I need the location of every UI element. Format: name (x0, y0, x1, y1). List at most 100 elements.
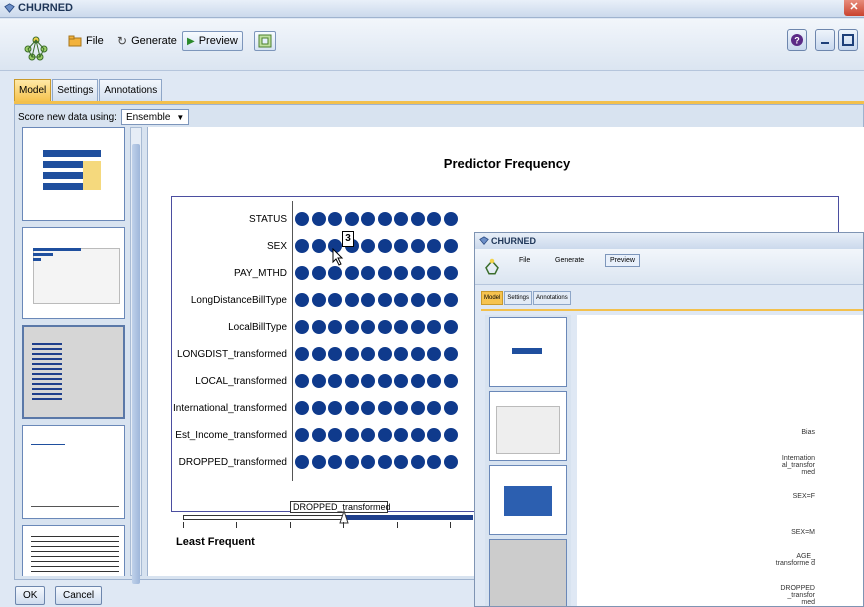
frequency-dot[interactable] (410, 401, 425, 415)
frequency-dot[interactable] (377, 212, 392, 226)
frequency-dot[interactable] (328, 212, 342, 226)
frequency-dot[interactable] (328, 455, 342, 469)
overlay-preview[interactable]: Preview (605, 254, 640, 267)
maximize-button[interactable] (838, 29, 858, 51)
frequency-dot[interactable] (410, 374, 425, 388)
frequency-dot[interactable] (344, 428, 359, 442)
frequency-dot[interactable] (377, 293, 392, 307)
frequency-dot[interactable] (377, 455, 392, 469)
frequency-dot[interactable] (394, 239, 408, 253)
frequency-dot[interactable] (427, 293, 441, 307)
frequency-dot[interactable] (427, 401, 441, 415)
frequency-dot[interactable] (344, 293, 359, 307)
tab-settings[interactable]: Settings (52, 79, 99, 101)
frequency-dot[interactable] (295, 320, 309, 334)
generate-menu[interactable]: ↻ Generate (117, 31, 177, 51)
frequency-dot[interactable] (295, 212, 309, 226)
frequency-dot[interactable] (377, 239, 392, 253)
frequency-dot[interactable] (443, 266, 458, 280)
overlay-file[interactable]: File (519, 257, 530, 264)
frequency-dot[interactable] (295, 239, 309, 253)
overlay-tab-model[interactable]: Model (481, 291, 504, 305)
frequency-dot[interactable] (394, 266, 408, 280)
frequency-dot[interactable] (394, 374, 408, 388)
tab-model[interactable]: Model (14, 79, 52, 101)
preview-button[interactable]: ▶ Preview (182, 31, 243, 51)
frequency-dot[interactable] (377, 320, 392, 334)
frequency-dot[interactable] (311, 428, 326, 442)
frequency-dot[interactable] (361, 428, 375, 442)
frequency-dot[interactable] (361, 266, 375, 280)
frequency-dot[interactable] (311, 212, 326, 226)
overlay-generate[interactable]: Generate (555, 257, 584, 264)
frequency-dot[interactable] (443, 320, 458, 334)
frequency-dot[interactable] (443, 401, 458, 415)
frequency-dot[interactable] (427, 347, 441, 361)
frequency-dot[interactable] (410, 239, 425, 253)
frequency-dot[interactable] (394, 455, 408, 469)
frequency-dot[interactable] (394, 320, 408, 334)
frequency-dot[interactable] (377, 347, 392, 361)
frequency-dot[interactable] (394, 293, 408, 307)
frequency-dot[interactable] (377, 266, 392, 280)
ok-button[interactable]: OK (15, 586, 46, 605)
frequency-dot[interactable] (427, 455, 441, 469)
frequency-dot[interactable] (361, 212, 375, 226)
frequency-dot[interactable] (410, 455, 425, 469)
frequency-dot[interactable] (394, 401, 408, 415)
frequency-dot[interactable] (377, 401, 392, 415)
frequency-dot[interactable] (410, 320, 425, 334)
overlay-tab-settings[interactable]: Settings (504, 291, 533, 305)
minimize-button[interactable] (815, 29, 835, 51)
frequency-dot[interactable] (427, 239, 441, 253)
frequency-dot[interactable] (410, 428, 425, 442)
frequency-dot[interactable] (361, 320, 375, 334)
frequency-dot[interactable] (295, 374, 309, 388)
frequency-dot[interactable] (361, 347, 375, 361)
frequency-dot[interactable] (295, 347, 309, 361)
frequency-dot[interactable] (311, 266, 326, 280)
frequency-dot[interactable] (344, 320, 359, 334)
frequency-dot[interactable] (344, 212, 359, 226)
frequency-dot[interactable] (361, 239, 375, 253)
frequency-dot[interactable] (443, 212, 458, 226)
export-button[interactable] (254, 31, 276, 51)
frequency-dot[interactable] (427, 266, 441, 280)
frequency-dot[interactable] (394, 428, 408, 442)
frequency-dot[interactable] (344, 401, 359, 415)
frequency-dot[interactable] (295, 455, 309, 469)
frequency-dot[interactable] (311, 374, 326, 388)
frequency-dot[interactable] (394, 347, 408, 361)
frequency-dot[interactable] (344, 374, 359, 388)
frequency-dot[interactable] (311, 293, 326, 307)
frequency-dot[interactable] (410, 293, 425, 307)
frequency-dot[interactable] (295, 266, 309, 280)
frequency-dot[interactable] (328, 347, 342, 361)
frequency-dot[interactable] (410, 266, 425, 280)
scrollbar-thumb[interactable] (132, 144, 140, 584)
frequency-dot[interactable] (377, 374, 392, 388)
frequency-dot[interactable] (443, 455, 458, 469)
frequency-dot[interactable] (443, 293, 458, 307)
score-select[interactable]: Ensemble ▼ (120, 109, 190, 125)
frequency-dot[interactable] (443, 347, 458, 361)
frequency-dot[interactable] (361, 401, 375, 415)
frequency-dot[interactable] (328, 266, 342, 280)
frequency-dot[interactable] (295, 293, 309, 307)
frequency-dot[interactable] (361, 293, 375, 307)
frequency-dot[interactable] (361, 374, 375, 388)
frequency-dot[interactable] (311, 401, 326, 415)
frequency-dot[interactable] (328, 401, 342, 415)
frequency-dot[interactable] (410, 347, 425, 361)
frequency-dot[interactable] (427, 320, 441, 334)
frequency-dot[interactable] (427, 212, 441, 226)
frequency-dot[interactable] (427, 374, 441, 388)
frequency-dot[interactable] (295, 428, 309, 442)
frequency-dot[interactable] (311, 347, 326, 361)
thumbnail-table[interactable] (22, 525, 125, 576)
help-button[interactable]: ? (787, 29, 807, 51)
frequency-dot[interactable] (344, 455, 359, 469)
frequency-dot[interactable] (427, 428, 441, 442)
frequency-dot[interactable] (443, 374, 458, 388)
frequency-dot[interactable] (344, 266, 359, 280)
